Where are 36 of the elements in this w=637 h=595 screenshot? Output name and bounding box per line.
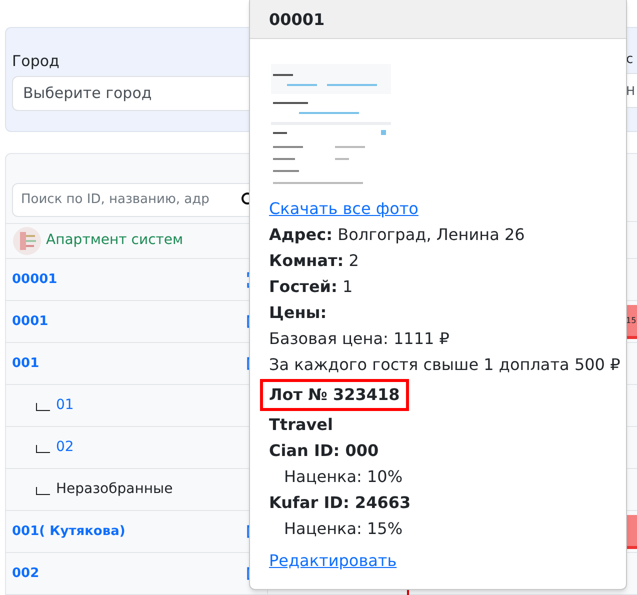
info-text: Адрес: Волгоград, Ленина 26 (269, 224, 525, 246)
group-label[interactable]: Неразобранные (56, 479, 173, 500)
object-link[interactable]: 001 (6, 354, 40, 374)
child-link[interactable]: 02 (56, 437, 74, 458)
info-text: Базовая цена: 1111 ₽ (269, 328, 450, 350)
info-text: Наценка: 15% (283, 518, 403, 540)
info-text: За каждого гостя свыше 1 доплата 500 ₽ (269, 354, 620, 376)
tree-connector-icon (36, 403, 50, 411)
object-link[interactable]: 0001 (6, 312, 48, 332)
popover-title: 00001 (269, 8, 325, 30)
field-label: Город (12, 51, 60, 72)
highlighted-lot-number: Лот № 323418 (260, 379, 409, 411)
edit-link[interactable]: Редактировать (269, 548, 397, 574)
select-value: Н (626, 82, 636, 100)
select-field[interactable]: Н (626, 73, 637, 108)
object-link[interactable]: 002 (6, 564, 40, 584)
object-link[interactable]: 001( Кутякова) (6, 522, 126, 542)
child-link[interactable]: 01 (56, 395, 74, 416)
booking-bar[interactable]: 15 (626, 305, 637, 339)
object-link[interactable]: 00001 (6, 270, 58, 290)
tree-connector-icon (36, 445, 50, 453)
info-heading: Kufar ID: 24663 (269, 492, 411, 514)
info-heading: Цены: (269, 302, 327, 324)
info-text: Наценка: 10% (283, 466, 403, 488)
download-link[interactable]: Скачать все фото (269, 196, 418, 222)
company-logo (12, 226, 42, 256)
booking-label: 15 (626, 316, 636, 326)
company-name[interactable]: Апартмент систем (46, 230, 184, 252)
info-text: Комнат: 2 (269, 250, 359, 272)
info-heading: Cian ID: 000 (269, 440, 379, 462)
info-text: Гостей: 1 (269, 276, 353, 298)
info-heading: Ttravel (269, 414, 334, 436)
booking-bar[interactable] (626, 515, 637, 549)
tree-connector-icon (36, 487, 50, 495)
select-placeholder: Выберите город (23, 82, 152, 104)
field-label: с (626, 51, 634, 69)
